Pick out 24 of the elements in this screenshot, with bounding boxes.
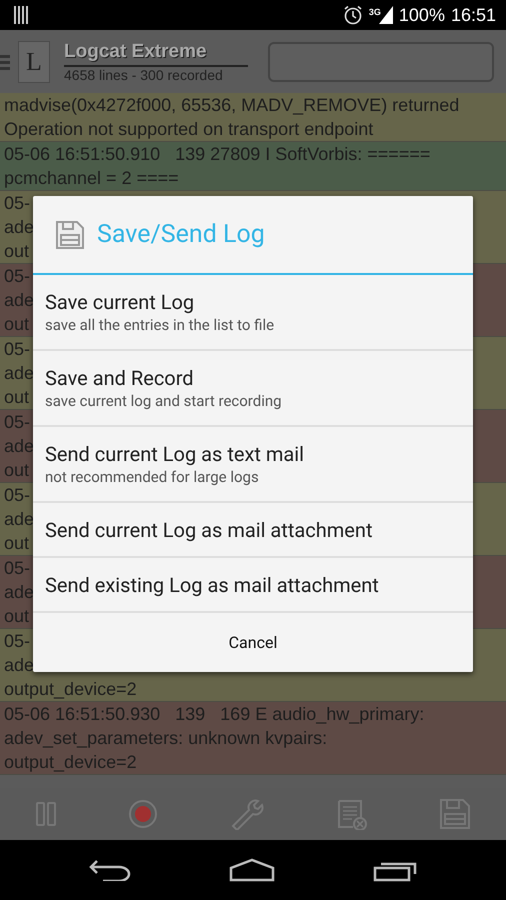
clock: 16:51 <box>450 4 496 26</box>
notification-icon <box>14 6 28 24</box>
cancel-button[interactable]: Cancel <box>33 613 473 672</box>
signal-icon <box>378 6 393 24</box>
alarm-icon <box>342 5 363 25</box>
app-logo: L <box>18 40 50 82</box>
floppy-icon <box>55 220 85 250</box>
line-count: 4658 lines - 300 recorded <box>64 66 224 82</box>
menu-option[interactable]: Save current Log save all the entries in the list to file <box>33 275 473 351</box>
app-title: Logcat Extreme <box>64 40 248 66</box>
search-field[interactable] <box>268 42 494 82</box>
dialog-title: Save/Send Log <box>97 220 265 249</box>
menu-option[interactable]: Send current Log as mail attachment <box>33 503 473 558</box>
battery-level: 100% <box>398 4 445 26</box>
clear-log-icon[interactable] <box>336 798 368 830</box>
back-icon[interactable] <box>89 859 131 881</box>
menu-option[interactable]: Send existing Log as mail attachment <box>33 558 473 613</box>
home-icon[interactable] <box>229 858 275 882</box>
floppy-icon[interactable] <box>438 798 471 830</box>
network-label: 3G <box>368 7 381 17</box>
menu-option[interactable]: Send current Log as text mail not recommended for large logs <box>33 427 473 503</box>
menu-icon[interactable] <box>0 52 10 70</box>
menu-option[interactable]: Save and Record save current log and start recording <box>33 351 473 427</box>
record-icon[interactable] <box>128 798 158 830</box>
